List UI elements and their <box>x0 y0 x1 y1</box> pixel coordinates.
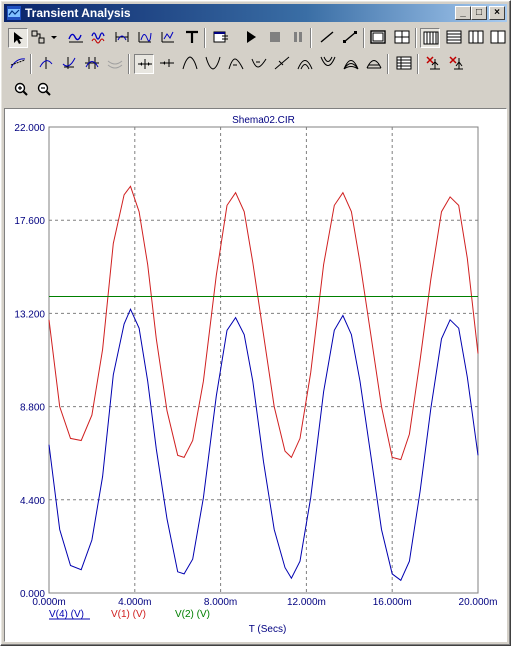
text-tool[interactable] <box>182 28 202 48</box>
cursor-select-tool[interactable] <box>446 54 466 74</box>
app-icon <box>7 6 21 20</box>
cursor-move-right-tool[interactable] <box>157 54 177 74</box>
x-tick-labels: 0.000m 4.000m 8.000m 12.000m 16.000m 20.000m <box>32 597 497 608</box>
line-tool[interactable] <box>317 28 337 48</box>
line-points-tool[interactable] <box>340 28 360 48</box>
transient-chart: Shema02.CIR 0.0004.4008.80013.20017.6002… <box>14 115 497 635</box>
grid-1-tool[interactable] <box>368 28 388 48</box>
inflection-tool[interactable] <box>272 54 292 74</box>
toolbar-separator <box>387 54 389 74</box>
zoom-in-icon <box>14 82 28 96</box>
cursor-move-left-tool[interactable] <box>134 54 154 74</box>
pause-button[interactable] <box>289 28 309 48</box>
grid-5-tool[interactable] <box>466 28 486 48</box>
bottom-tool[interactable] <box>364 54 384 74</box>
select-box-tool[interactable] <box>29 28 49 48</box>
zoom-out-icon <box>37 82 51 96</box>
series-line-2 <box>48 185 479 461</box>
properties-tool[interactable] <box>211 28 231 48</box>
x-tick-label: 8.000m <box>204 597 237 608</box>
top-tool[interactable] <box>341 54 361 74</box>
grid-3-tool[interactable] <box>420 28 440 48</box>
cursor-peak-tool[interactable] <box>82 54 102 74</box>
toolbar-row-3 <box>4 80 84 104</box>
window-title: Transient Analysis <box>25 6 131 20</box>
plot-area[interactable]: Shema02.CIR 0.000 4.400 8.800 13.200 17.600 2… <box>4 108 507 642</box>
high-tool[interactable] <box>226 54 246 74</box>
series-layer <box>48 185 479 582</box>
stop-button[interactable] <box>266 28 286 48</box>
toolbar-separator <box>204 28 206 48</box>
waveform-2-tool[interactable] <box>89 28 109 48</box>
grid-4-tool[interactable] <box>444 28 464 48</box>
chevron-down-icon[interactable] <box>49 28 59 48</box>
waveform-5-tool[interactable] <box>158 28 178 48</box>
cursor-left-tool[interactable] <box>36 54 56 74</box>
y-tick-label: 4.400 <box>20 496 45 507</box>
table-tool[interactable] <box>394 54 414 74</box>
peak-tool[interactable] <box>180 54 200 74</box>
x-tick-label: 4.000m <box>118 597 151 608</box>
x-tick-label: 12.000m <box>287 597 326 608</box>
toolbar-separator <box>30 54 32 74</box>
y-tick-label: 8.800 <box>20 403 45 414</box>
legend: V(4) (V) V(1) (V) V(2) (V) <box>49 609 210 620</box>
toolbar-separator <box>417 54 419 74</box>
waveform-1-tool[interactable] <box>66 28 86 48</box>
x-tick-label: 0.000m <box>32 597 65 608</box>
plot-border <box>48 126 479 594</box>
cursor-right-tool[interactable] <box>59 54 79 74</box>
legend-entry: V(1) (V) <box>111 609 146 620</box>
grid <box>49 127 478 593</box>
delete-cursor-tool[interactable] <box>423 54 443 74</box>
close-button[interactable]: × <box>489 6 505 20</box>
toolbar-separator <box>415 28 417 48</box>
zoom-in-button[interactable] <box>12 80 32 100</box>
waveform-4-tool[interactable] <box>135 28 155 48</box>
toolbar-row-2 <box>4 54 507 78</box>
cursor-valley-tool[interactable] <box>105 54 125 74</box>
grid-6-tool[interactable] <box>488 28 508 48</box>
low-tool[interactable] <box>249 54 269 74</box>
run-button[interactable] <box>242 28 262 48</box>
transient-analysis-window: Transient Analysis _ □ × Shema02.CIR 0.0… <box>0 0 511 646</box>
tangent-tool[interactable] <box>8 54 28 74</box>
y-tick-label: 17.600 <box>14 216 45 227</box>
toolbar-separator <box>128 54 130 74</box>
global-low-tool[interactable] <box>318 54 338 74</box>
maximize-button[interactable]: □ <box>471 6 487 20</box>
pointer-tool[interactable] <box>8 28 28 48</box>
y-tick-label: 13.200 <box>14 309 45 320</box>
x-tick-label: 16.000m <box>373 597 412 608</box>
toolbar-separator <box>363 28 365 48</box>
chart-title: Shema02.CIR <box>232 115 295 126</box>
series-line-1 <box>48 307 479 582</box>
x-axis-label: T (Secs) <box>249 624 287 635</box>
valley-tool[interactable] <box>203 54 223 74</box>
waveform-3-tool[interactable] <box>112 28 132 48</box>
x-tick-label: 20.000m <box>459 597 498 608</box>
legend-entry: V(4) (V) <box>49 609 84 620</box>
grid-2-tool[interactable] <box>392 28 412 48</box>
title-bar[interactable]: Transient Analysis _ □ × <box>4 4 507 22</box>
minimize-button[interactable]: _ <box>455 6 471 20</box>
legend-entry: V(2) (V) <box>175 609 210 620</box>
toolbar-row-1 <box>4 28 507 52</box>
toolbar-separator <box>310 28 312 48</box>
y-tick-label: 22.000 <box>14 123 45 134</box>
zoom-out-button[interactable] <box>35 80 55 100</box>
y-tick-labels: 0.0004.4008.80013.20017.60022.000 <box>14 123 45 600</box>
global-high-tool[interactable] <box>295 54 315 74</box>
